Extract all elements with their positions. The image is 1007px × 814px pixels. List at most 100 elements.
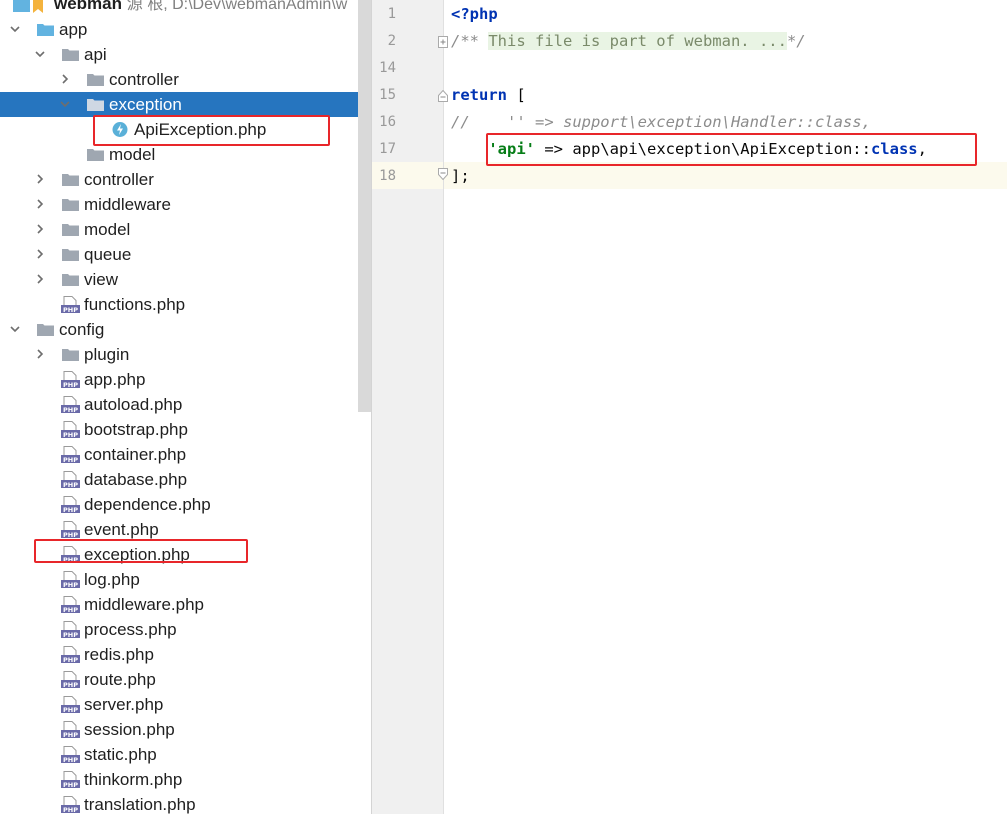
fold-expand-icon[interactable] [438,36,448,48]
tree-item[interactable]: middleware [0,192,372,217]
fold-end-icon[interactable] [438,168,448,180]
chevron-down-icon[interactable] [33,47,47,61]
tree-item[interactable]: PHP thinkorm.php [0,767,372,792]
chevron-right-icon[interactable] [33,272,47,286]
tree-item[interactable]: controller [0,67,372,92]
gutter-separator [443,0,444,814]
tree-item[interactable]: app [0,17,372,42]
folded-comment[interactable]: This file is part of webman. ... [488,32,787,50]
tree-item[interactable]: PHP log.php [0,567,372,592]
tree-item-label: redis.php [84,645,154,664]
line-number: 15 [379,87,396,103]
tree-item[interactable]: PHP redis.php [0,642,372,667]
chevron-right-icon[interactable] [33,172,47,186]
tree-item-label: queue [84,245,132,264]
fold-collapse-icon[interactable] [438,90,448,102]
php-file-icon: PHP [61,671,80,688]
tree-item[interactable]: PHP route.php [0,667,372,692]
tree-item[interactable]: PHP process.php [0,617,372,642]
folder-icon [61,196,80,213]
folder-icon [36,21,55,38]
tree-item[interactable]: PHP autoload.php [0,392,372,417]
php-file-icon: PHP [61,521,80,538]
svg-text:PHP: PHP [63,506,78,513]
tree-item[interactable]: controller [0,167,372,192]
current-line-highlight [444,162,1007,189]
svg-text:PHP: PHP [63,631,78,638]
tree-item-label: plugin [84,345,130,364]
svg-text:PHP: PHP [63,656,78,663]
svg-text:PHP: PHP [63,406,78,413]
tree-item[interactable]: queue [0,242,372,267]
php-file-icon: PHP [61,621,80,638]
line-number: 17 [379,141,396,157]
tree-item-label: view [84,270,119,289]
tree-item-label: app [59,20,88,39]
highlight-box-apiexception [93,115,330,146]
tree-root-row[interactable]: webman 源 根, D:\Dev\webmanAdmin\w [0,0,372,17]
tree-scrollbar[interactable] [358,0,372,412]
tree-item[interactable]: PHP functions.php [0,292,372,317]
highlight-box-api-mapping [486,133,977,166]
tree-item-label: thinkorm.php [84,770,183,789]
tree-item-label: controller [109,70,179,89]
php-file-icon: PHP [61,646,80,663]
folder-icon [61,271,80,288]
tree-item-label: log.php [84,570,140,589]
tree-item[interactable]: config [0,317,372,342]
tree-item-label: api [84,45,107,64]
svg-text:PHP: PHP [63,306,78,313]
tree-item-label: app.php [84,370,146,389]
tree-item[interactable]: api [0,42,372,67]
tree-item-label: functions.php [84,295,186,314]
tree-item[interactable]: view [0,267,372,292]
php-file-icon: PHP [61,771,80,788]
folder-icon [86,146,105,163]
php-file-icon: PHP [61,471,80,488]
chevron-down-icon[interactable] [8,22,22,36]
tree-item[interactable]: PHP container.php [0,442,372,467]
php-file-icon: PHP [61,296,80,313]
tree-item[interactable]: PHP translation.php [0,792,372,814]
tree-item[interactable]: plugin [0,342,372,367]
tree-item-label: static.php [84,745,157,764]
tree-item[interactable]: PHP static.php [0,742,372,767]
tree-item[interactable]: PHP session.php [0,717,372,742]
tree-item[interactable]: PHP middleware.php [0,592,372,617]
tree-item-label: config [59,320,105,339]
chevron-right-icon[interactable] [33,197,47,211]
svg-text:PHP: PHP [63,731,78,738]
folder-icon [86,71,105,88]
chevron-right-icon[interactable] [33,222,47,236]
tree-item-label: controller [84,170,154,189]
line-number: 2 [387,33,396,49]
tree-item-label: exception [109,95,182,114]
svg-text:PHP: PHP [63,581,78,588]
chevron-down-icon[interactable] [58,97,72,111]
tree-item-label: session.php [84,720,175,739]
tree-item[interactable]: exception [0,92,358,117]
chevron-down-icon[interactable] [8,322,22,336]
tree-item[interactable]: PHP server.php [0,692,372,717]
tree-item-label: dependence.php [84,495,211,514]
tree-item[interactable]: PHP dependence.php [0,492,372,517]
module-folder-icon [12,0,31,14]
php-file-icon: PHP [61,746,80,763]
tree-item[interactable]: PHP database.php [0,467,372,492]
folder-icon [61,46,80,63]
project-path: 源 根, D:\Dev\webmanAdmin\w [126,0,348,13]
code-line-18: ]; [451,167,470,185]
php-file-icon: PHP [61,496,80,513]
tree-item[interactable]: model [0,217,372,242]
php-file-icon: PHP [61,571,80,588]
chevron-right-icon[interactable] [58,72,72,86]
tree-item-label: translation.php [84,795,196,814]
php-file-icon: PHP [61,371,80,388]
chevron-right-icon[interactable] [33,347,47,361]
highlight-box-exception-config [34,539,248,563]
tree-item[interactable]: PHP bootstrap.php [0,417,372,442]
tree-item-label: middleware [84,195,171,214]
tree-item[interactable]: PHP app.php [0,367,372,392]
chevron-right-icon[interactable] [33,247,47,261]
svg-text:PHP: PHP [63,531,78,538]
